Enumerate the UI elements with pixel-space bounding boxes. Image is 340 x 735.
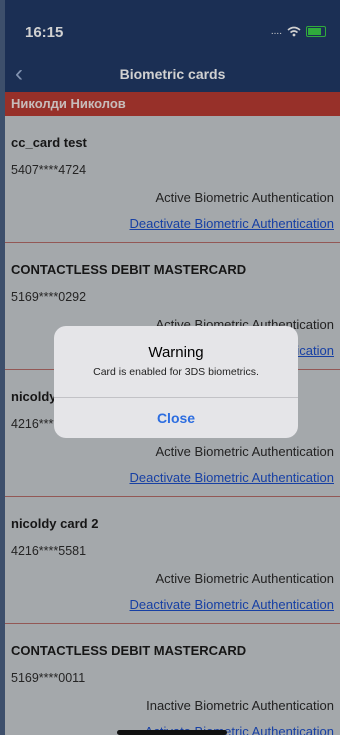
app-screen: 16:15 .... ‹ Biometric cards Николди Ник… [5, 0, 340, 735]
dialog-message: Card is enabled for 3DS biometrics. [93, 366, 259, 378]
dialog-title: Warning [148, 344, 204, 361]
home-indicator [117, 730, 227, 735]
warning-dialog: Warning Card is enabled for 3DS biometri… [54, 326, 298, 438]
close-button[interactable]: Close [54, 398, 298, 438]
